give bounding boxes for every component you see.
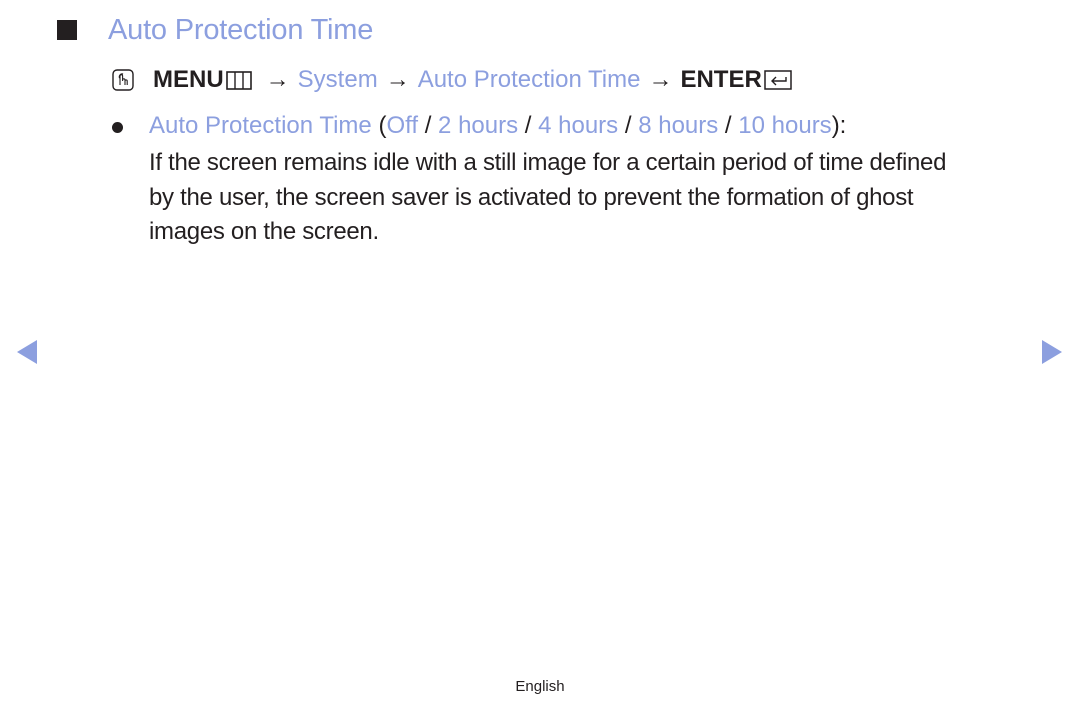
path-system: System xyxy=(297,66,378,93)
close-paren: ): xyxy=(831,112,847,139)
next-page-icon[interactable] xyxy=(1042,340,1062,364)
separator: / xyxy=(418,112,439,139)
section-title: Auto Protection Time xyxy=(57,10,373,50)
remote-touch-icon xyxy=(112,69,134,91)
enter-label: ENTER xyxy=(680,66,762,93)
option-value-2-hours: 2 hours xyxy=(438,112,519,139)
path-arrow: → xyxy=(648,66,673,93)
previous-page-icon[interactable] xyxy=(17,340,37,364)
separator: / xyxy=(618,112,639,139)
open-paren: ( xyxy=(371,112,387,139)
path-arrow: → xyxy=(265,66,290,93)
separator: / xyxy=(518,112,539,139)
separator: / xyxy=(718,112,739,139)
path-auto-protection-time: Auto Protection Time xyxy=(417,66,641,93)
option-value-10-hours: 10 hours xyxy=(738,112,832,139)
bullet-icon xyxy=(112,121,123,133)
description-line: images on the screen. xyxy=(149,218,379,245)
description-line: If the screen remains idle with a still … xyxy=(149,149,947,176)
option-name: Auto Protection Time xyxy=(149,112,372,139)
option-value-off: Off xyxy=(386,112,419,139)
menu-grid-icon xyxy=(225,70,252,90)
option-value-8-hours: 8 hours xyxy=(638,112,719,139)
option-line: Auto Protection Time ( Off / 2 hours / 4… xyxy=(112,112,846,140)
option-value-4-hours: 4 hours xyxy=(538,112,619,139)
enter-icon xyxy=(764,70,792,90)
footer-language: English xyxy=(515,678,565,695)
menu-path: MENU → System → Auto Protection Time → E… xyxy=(112,64,792,96)
page-title: Auto Protection Time xyxy=(108,13,374,46)
menu-label: MENU xyxy=(153,66,224,93)
section-square-icon xyxy=(57,20,77,40)
description-line: by the user, the screen saver is activat… xyxy=(149,183,914,211)
option-description: If the screen remains idle with a still … xyxy=(149,146,1029,250)
path-arrow: → xyxy=(385,66,410,93)
